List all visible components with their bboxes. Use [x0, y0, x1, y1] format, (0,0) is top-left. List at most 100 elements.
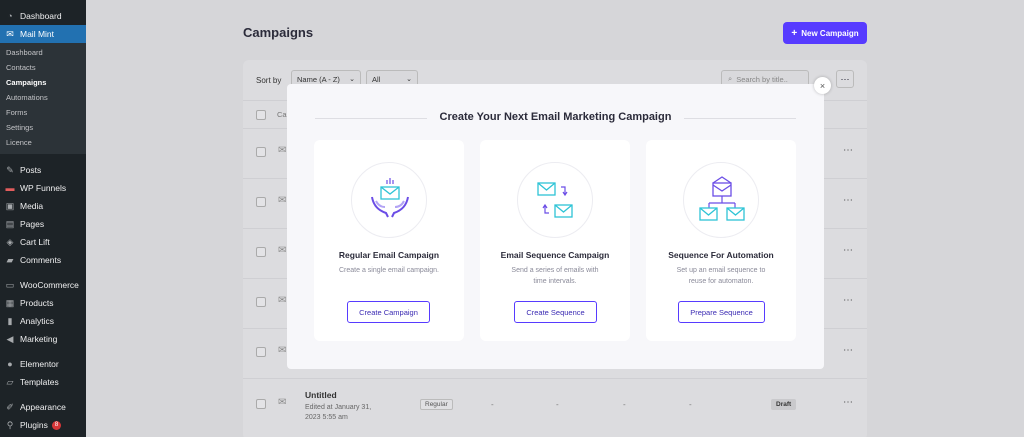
row-actions-icon[interactable]: ⋯: [843, 145, 853, 156]
sidebar-item-label: Pages: [20, 219, 45, 229]
close-icon[interactable]: ×: [814, 77, 831, 94]
option-regular-campaign: Regular Email Campaign Create a single e…: [314, 140, 464, 341]
regular-campaign-illustration: [351, 162, 427, 238]
campaign-edited-date: Edited at January 31, 2023 5:55 am: [305, 404, 372, 421]
sidebar-item-label: Media: [20, 201, 44, 211]
sidebar-item-label: Templates: [20, 377, 59, 387]
sidebar-item-plugins[interactable]: ⚲ Plugins 8: [0, 416, 86, 434]
create-campaign-button[interactable]: Create Campaign: [347, 301, 430, 323]
row-checkbox[interactable]: [256, 147, 266, 157]
sidebar-item-products[interactable]: ▦ Products: [0, 294, 86, 312]
elementor-icon: ●: [7, 359, 13, 369]
submenu-dashboard[interactable]: Dashboard: [0, 45, 86, 60]
pin-icon: ✎: [6, 164, 14, 175]
campaign-icon: ✉: [278, 397, 287, 408]
brush-icon: ✐: [6, 401, 14, 412]
sidebar-item-analytics[interactable]: ▮ Analytics: [0, 312, 86, 330]
option-email-sequence: Email Sequence Campaign Send a series of…: [480, 140, 630, 341]
row-checkbox[interactable]: [256, 247, 266, 257]
sidebar-item-wpfunnels[interactable]: ▬ WP Funnels: [0, 179, 86, 197]
option-title: Sequence For Automation: [668, 250, 774, 260]
sidebar-item-marketing[interactable]: ◀ Marketing: [0, 330, 86, 348]
folder-icon: ▱: [6, 376, 14, 387]
option-description: Send a series of emails with time interv…: [511, 267, 599, 285]
sidebar-item-label: Mail Mint: [20, 29, 55, 39]
automation-illustration: [683, 162, 759, 238]
page-title: Campaigns: [243, 25, 314, 40]
sidebar-item-pages[interactable]: ▤ Pages: [0, 215, 86, 233]
sidebar-item-label: Products: [20, 298, 54, 308]
column-header-campaign: Ca: [277, 110, 287, 119]
funnel-icon: ▬: [5, 183, 15, 193]
stat-value: -: [491, 400, 494, 409]
megaphone-icon: ◀: [6, 333, 14, 344]
option-title: Email Sequence Campaign: [500, 250, 610, 260]
sidebar-item-posts[interactable]: ✎ Posts: [0, 161, 86, 179]
submenu-contacts[interactable]: Contacts: [0, 60, 86, 75]
submenu-settings[interactable]: Settings: [0, 120, 86, 135]
sidebar-item-templates[interactable]: ▱ Templates: [0, 373, 86, 391]
sidebar-item-label: Cart Lift: [20, 237, 50, 247]
plus-icon: +: [791, 27, 798, 39]
row-actions-icon[interactable]: ⋯: [843, 245, 853, 256]
status-filter-value: All: [372, 74, 381, 84]
sidebar-item-comments[interactable]: ▰ Comments: [0, 251, 86, 269]
comment-icon: ▰: [6, 254, 14, 265]
sidebar-item-appearance[interactable]: ✐ Appearance: [0, 398, 86, 416]
new-campaign-button[interactable]: + New Campaign: [783, 22, 867, 44]
sidebar-item-label: Comments: [20, 255, 62, 265]
admin-sidebar: ◔ Dashboard ✉ Mail Mint Dashboard Contac…: [0, 0, 86, 437]
row-checkbox[interactable]: [256, 399, 266, 409]
sidebar-item-media[interactable]: ▣ Media: [0, 197, 86, 215]
more-options-button[interactable]: ⋯: [836, 70, 854, 88]
option-description: Create a single email campaign.: [339, 267, 439, 274]
sidebar-item-label: Elementor: [20, 359, 59, 369]
row-checkbox[interactable]: [256, 197, 266, 207]
row-checkbox[interactable]: [256, 347, 266, 357]
row-actions-icon[interactable]: ⋯: [843, 397, 853, 408]
sidebar-item-label: Posts: [20, 165, 42, 175]
prepare-sequence-button[interactable]: Prepare Sequence: [678, 301, 765, 323]
row-checkbox[interactable]: [256, 297, 266, 307]
sidebar-item-woocommerce[interactable]: ▭ WooCommerce: [0, 276, 86, 294]
sidebar-item-cartlift[interactable]: ◈ Cart Lift: [0, 233, 86, 251]
row-actions-icon[interactable]: ⋯: [843, 295, 853, 306]
stat-value: -: [623, 400, 626, 409]
option-sequence-automation: Sequence For Automation Set up an email …: [646, 140, 796, 341]
row-actions-icon[interactable]: ⋯: [843, 195, 853, 206]
analytics-icon: ▮: [7, 315, 13, 326]
sort-select-value: Name (A - Z): [297, 74, 340, 84]
dashboard-icon: ◔: [7, 11, 13, 21]
search-icon: ⌕: [728, 74, 733, 83]
plugins-update-badge: 8: [51, 420, 62, 430]
sidebar-item-label: Appearance: [20, 402, 66, 412]
status-badge: Draft: [771, 399, 797, 410]
sidebar-item-label: Plugins: [20, 420, 48, 430]
sidebar-item-label: Dashboard: [20, 11, 62, 21]
pages-icon: ▤: [5, 218, 15, 229]
sidebar-item-label: Marketing: [20, 334, 58, 344]
row-actions-icon[interactable]: ⋯: [843, 345, 853, 356]
modal-title: Create Your Next Email Marketing Campaig…: [439, 111, 672, 123]
automation-tree-icon: [699, 176, 745, 221]
hands-envelope-icon: [371, 178, 409, 218]
submenu-campaigns[interactable]: Campaigns: [0, 75, 86, 90]
stat-value: -: [556, 400, 559, 409]
media-icon: ▣: [5, 200, 15, 211]
submenu-automations[interactable]: Automations: [0, 90, 86, 105]
chevron-down-icon: ⌄: [406, 76, 412, 83]
create-sequence-button[interactable]: Create Sequence: [514, 301, 597, 323]
sidebar-item-dashboard[interactable]: ◔ Dashboard: [0, 7, 86, 25]
option-title: Regular Email Campaign: [338, 250, 440, 260]
select-all-checkbox[interactable]: [256, 110, 266, 120]
new-campaign-label: New Campaign: [801, 28, 859, 38]
woo-icon: ▭: [5, 279, 15, 290]
sidebar-item-elementor[interactable]: ● Elementor: [0, 355, 86, 373]
mail-icon: ✉: [6, 28, 14, 39]
campaign-title[interactable]: Untitled: [305, 390, 337, 400]
sidebar-item-mailmint[interactable]: ✉ Mail Mint: [0, 25, 86, 43]
search-placeholder: Search by title..: [736, 74, 788, 84]
campaign-type-tag: Regular: [420, 399, 453, 410]
submenu-forms[interactable]: Forms: [0, 105, 86, 120]
submenu-licence[interactable]: Licence: [0, 135, 86, 150]
